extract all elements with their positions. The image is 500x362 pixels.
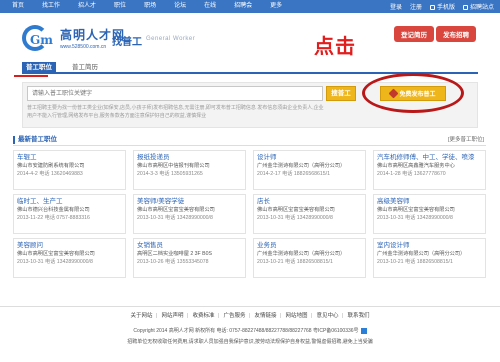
job-title[interactable]: 设计师 [257, 153, 362, 162]
job-title[interactable]: 汽车机修师傅、中工、学徒、喷漆 [377, 153, 482, 162]
job-company: 广州金华测诗有限公司（高明分公司） [377, 251, 466, 257]
job-title[interactable]: 报纸投递员 [137, 153, 242, 162]
job-meta: 2014-4-2 电话 13620469883 [17, 171, 83, 177]
job-title[interactable]: 室内设计师 [377, 241, 482, 250]
job-meta: 2014-1-28 电话 13627778670 [377, 171, 446, 177]
footer-link[interactable]: 收费标准 [190, 313, 218, 319]
job-card[interactable]: 设计师 广州金华测诗有限公司（高明分公司） 2014-2-17 电话 18826… [253, 150, 366, 190]
job-title[interactable]: 高级美容师 [377, 197, 482, 206]
job-company: 佛山市高明区宝富宝美容有限公司 [17, 251, 95, 257]
latest-jobs-header: 最新普工职位 [更多普工职位] [13, 134, 486, 146]
job-card[interactable]: 美容顾问 佛山市高明区宝富宝美容有限公司 2013-10-31 电话 13428… [13, 238, 126, 278]
more-jobs-link[interactable]: [更多普工职位] [448, 134, 484, 146]
mobile-link[interactable]: 手机版 [429, 2, 455, 11]
job-meta: 2013-10-26 电话 13553345078 [137, 259, 209, 265]
job-card[interactable]: 临时工、生产工 佛山市德兴台科技金属有限公司 2013-11-22 电话 075… [13, 194, 126, 234]
footer-link[interactable]: 网站声明 [159, 313, 187, 319]
job-card[interactable]: 美容师/美容学徒 佛山市高明区宝富宝美容有限公司 2013-10-31 电话 1… [133, 194, 246, 234]
click-annotation: 点击 [314, 34, 356, 58]
footer-link[interactable]: 友情链接 [251, 313, 279, 319]
job-title[interactable]: 车辊工 [17, 153, 122, 162]
job-meta: 2013-10-21 电话 18826508815/1 [257, 259, 333, 265]
job-title[interactable]: 美容顾问 [17, 241, 122, 250]
job-card[interactable]: 店长 佛山市高明区宝富宝美容有限公司 2013-10-31 电话 1342899… [253, 194, 366, 234]
job-title[interactable]: 美容师/美容学徒 [137, 197, 242, 206]
subbrand-title: 找普工 [112, 37, 142, 48]
tab-general-jobs[interactable]: 普工职位 [22, 62, 56, 74]
job-meta: 2013-10-31 电话 13428990000/8 [137, 215, 213, 221]
job-company: 广州金华测诗有限公司（高明分公司） [257, 251, 346, 257]
job-company: 佛山市德兴台科技金属有限公司 [17, 207, 90, 213]
nav-hire[interactable]: 招人才 [69, 0, 105, 13]
site-logo[interactable]: Gm 高明人才网 www.528500.com.cn [22, 25, 125, 51]
job-company: 佛山市高明区宝富宝美容有限公司 [377, 207, 455, 213]
phone-icon [429, 4, 435, 10]
job-meta: 2014-3-3 电话 13505931265 [137, 171, 203, 177]
nav-fair[interactable]: 招聘会 [225, 0, 261, 13]
footer-link[interactable]: 联系我们 [344, 313, 372, 319]
highlight-ellipse-annotation [362, 73, 464, 113]
job-company: 高明区二档实业咖啡屋 2 3F B0S [137, 251, 212, 257]
job-meta: 2013-11-22 电话 0757-8883316 [17, 215, 90, 221]
search-input[interactable] [27, 86, 323, 101]
icp-badge-icon [360, 327, 367, 334]
job-card[interactable]: 室内设计师 广州金华测诗有限公司（高明分公司） 2013-10-21 电话 18… [373, 238, 486, 278]
job-card[interactable]: 汽车机修师傅、中工、学徒、喷漆 佛山市高明区高鑫雅汽车服务中心 2014-1-2… [373, 150, 486, 190]
footer-divider [0, 306, 500, 307]
job-card[interactable]: 报纸投递员 佛山市高明区中信报刊有限公司 2014-3-3 电话 1350593… [133, 150, 246, 190]
site-icon [462, 4, 468, 10]
footer-notice: 招聘单位无权收取任何费用,请求职人员加强自我保护意识,按劳动法规保护自身权益,警… [127, 339, 373, 345]
footer-link[interactable]: 广告服务 [221, 313, 249, 319]
register-resume-button[interactable]: 登记简历 [394, 26, 434, 42]
search-tip: 普工招聘主要为找一份普工类企业(如保安,店员,小孩子师)发布招聘信息,无需注册,… [27, 105, 324, 119]
nav-more[interactable]: 更多 [261, 0, 291, 13]
job-meta: 2013-10-21 电话 18826508815/1 [377, 259, 453, 265]
top-nav-bar: 首页 找工作 招人才 职位 职场 论坛 在线 招聘会 更多 登录 注册 手机版 … [0, 0, 500, 13]
job-title[interactable]: 临时工、生产工 [17, 197, 122, 206]
job-title[interactable]: 女销售员 [137, 241, 242, 250]
footer-links: 关于网站 | 网站声明 | 收费标准 | 广告服务 | 友情链接 | 网站地图 | 意见中心… [0, 311, 500, 319]
footer-link[interactable]: 网站地图 [282, 313, 310, 319]
post-job-button[interactable]: 发布招聘 [436, 26, 476, 42]
nav-forum[interactable]: 论坛 [165, 0, 195, 13]
login-link[interactable]: 登录 [390, 2, 402, 11]
job-title[interactable]: 业务员 [257, 241, 362, 250]
job-company: 佛山市高明区高鑫雅汽车服务中心 [377, 163, 455, 169]
job-company: 广州金华测诗有限公司（高明分公司） [257, 163, 346, 169]
latest-jobs-title: 最新普工职位 [18, 136, 57, 143]
nav-career[interactable]: 职场 [135, 0, 165, 13]
job-card[interactable]: 高级美容师 佛山市高明区宝富宝美容有限公司 2013-10-31 电话 1342… [373, 194, 486, 234]
job-card[interactable]: 车辊工 佛山市安建防刷系统有限公司 2014-4-2 电话 1362046988… [13, 150, 126, 190]
footer-copyright: Copyright 2014 高明人才网 新权所有 电话: 0757-88227… [0, 327, 500, 334]
job-company: 佛山市高明区宝富宝美容有限公司 [257, 207, 335, 213]
job-meta: 2013-10-31 电话 13428990000/8 [377, 215, 453, 221]
search-button[interactable]: 搜普工 [326, 86, 356, 101]
job-meta: 2013-10-31 电话 13428990000/8 [257, 215, 333, 221]
job-company: 佛山市高明区中信报刊有限公司 [137, 163, 210, 169]
job-company: 佛山市高明区宝富宝美容有限公司 [137, 207, 215, 213]
tab-underline-annotation [14, 75, 48, 77]
site-link[interactable]: 招聘站点 [462, 2, 494, 11]
job-meta: 2013-10-31 电话 13428990000/8 [17, 259, 93, 265]
logo-mark: Gm [22, 25, 58, 51]
job-card[interactable]: 女销售员 高明区二档实业咖啡屋 2 3F B0S 2013-10-26 电话 1… [133, 238, 246, 278]
nav-find-job[interactable]: 找工作 [33, 0, 69, 13]
tab-general-resumes[interactable]: 普工简历 [68, 62, 102, 74]
top-nav-right: 登录 注册 手机版 招聘站点 [390, 0, 494, 13]
job-card[interactable]: 业务员 广州金华测诗有限公司（高明分公司） 2013-10-21 电话 1882… [253, 238, 366, 278]
job-meta: 2014-2-17 电话 18826568615/1 [257, 171, 330, 177]
subbrand-en: General Worker [146, 36, 196, 42]
job-title[interactable]: 店长 [257, 197, 362, 206]
footer-link[interactable]: 意见中心 [313, 313, 341, 319]
nav-jobs[interactable]: 职位 [105, 0, 135, 13]
job-company: 佛山市安建防刷系统有限公司 [17, 163, 85, 169]
nav-home[interactable]: 首页 [0, 0, 33, 13]
top-nav: 首页 找工作 招人才 职位 职场 论坛 在线 招聘会 更多 [0, 0, 291, 13]
footer-link[interactable]: 关于网站 [128, 313, 156, 319]
nav-online[interactable]: 在线 [195, 0, 225, 13]
register-link[interactable]: 注册 [410, 2, 422, 11]
